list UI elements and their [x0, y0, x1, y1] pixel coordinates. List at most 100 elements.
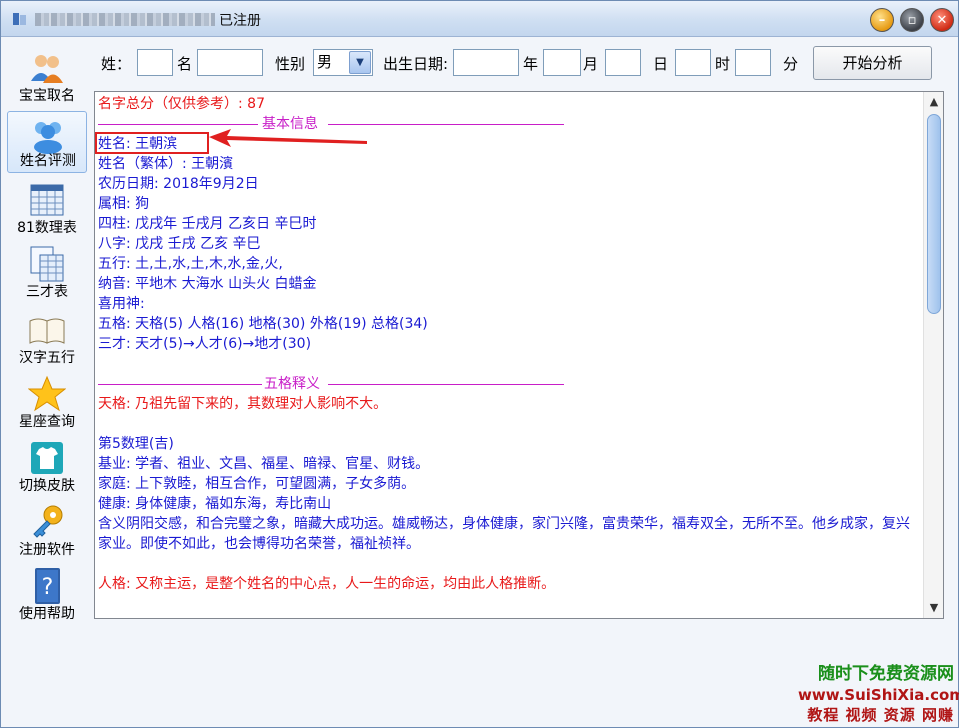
- gender-label: 性别: [275, 55, 306, 73]
- meaning-paragraph: 含义阴阳交感，和合完璧之象，暗藏大成功运。雄威畅达，身体健康，家门兴隆，富贵荣华…: [98, 516, 910, 552]
- sidebar-item-register[interactable]: 注册软件: [7, 499, 87, 561]
- wuge-line: 五格: 天格(5) 人格(16) 地格(30) 外格(19) 总格(34): [98, 316, 428, 332]
- sidebar-item-81-table[interactable]: 81数理表: [7, 177, 87, 239]
- table-icon: [30, 184, 64, 216]
- separator-rule: [98, 124, 258, 125]
- sidebar-item-name-test[interactable]: 姓名评测: [7, 111, 87, 173]
- sidebar-item-label: 姓名评测: [20, 153, 76, 169]
- hour-input[interactable]: [675, 49, 711, 76]
- app-window: 已注册 – ▫ ✕ 宝宝取名 姓名评测 81数理表 三才表 汉字五行 星座查询 …: [0, 0, 959, 728]
- watermark-line2: www.SuiShiXia.com: [798, 686, 959, 704]
- jiating-line: 家庭: 上下敦睦，相互合作，可望圆满，子女多荫。: [98, 476, 416, 492]
- maximize-button[interactable]: ▫: [900, 8, 924, 32]
- close-button[interactable]: ✕: [930, 8, 954, 32]
- given-name-input[interactable]: [197, 49, 263, 76]
- separator-rule: [98, 384, 262, 385]
- close-icon: ✕: [936, 12, 948, 28]
- four-pillars-line: 四柱: 戊戌年 壬戌月 乙亥日 辛巳时: [98, 216, 317, 232]
- svg-text:?: ?: [42, 575, 54, 600]
- sidebar-item-label: 汉字五行: [19, 350, 75, 366]
- input-toolbar: 姓： 名 性别 男 ▼ 出生日期: 年 月 日 时 分 开始分析: [97, 45, 947, 81]
- group-icon: [34, 122, 62, 154]
- minute-label: 分: [783, 55, 799, 73]
- year-label: 年: [523, 55, 539, 73]
- sidebar-item-hanzi-wuxing[interactable]: 汉字五行: [7, 307, 87, 369]
- sidebar: 宝宝取名 姓名评测 81数理表 三才表 汉字五行 星座查询 切换皮肤 注册软件 …: [7, 45, 89, 625]
- watermark-line3: 教程 视频 资源 网赚: [807, 706, 954, 724]
- tiange-line: 天格: 乃祖先留下来的，其数理对人影响不大。: [98, 396, 388, 412]
- help-book-icon: ?: [35, 568, 60, 604]
- star-icon: [28, 375, 66, 412]
- wuxing-line: 五行: 土,土,水,土,木,水,金,火,: [98, 256, 283, 272]
- lunar-date-line: 农历日期: 2018年9月2日: [98, 176, 259, 192]
- surname-label: 姓：: [101, 55, 132, 73]
- zodiac-line: 属相: 狗: [98, 196, 150, 212]
- score-line: 名字总分（仅供参考）: 87: [98, 96, 265, 112]
- day-label: 日: [653, 55, 669, 73]
- separator-rule: [328, 124, 564, 125]
- analyze-button[interactable]: 开始分析: [813, 46, 932, 80]
- sidebar-item-switch-skin[interactable]: 切换皮肤: [7, 435, 87, 497]
- watermark-line1: 随时下免费资源网: [818, 664, 954, 684]
- separator-rule: [328, 384, 564, 385]
- birth-date-label: 出生日期:: [383, 55, 449, 73]
- month-label: 月: [583, 55, 599, 73]
- xiyongshen-line: 喜用神:: [98, 296, 145, 312]
- minimize-icon: –: [878, 12, 886, 28]
- chevron-down-icon[interactable]: ▼: [349, 51, 371, 74]
- hour-label: 时: [715, 55, 731, 73]
- sidebar-item-label: 星座查询: [19, 414, 75, 430]
- sidebar-item-label: 81数理表: [17, 220, 77, 236]
- people-icon: [31, 55, 63, 83]
- key-icon: [33, 505, 63, 538]
- sidebar-item-baby-naming[interactable]: 宝宝取名: [7, 45, 87, 107]
- sidebar-item-label: 切换皮肤: [19, 478, 75, 494]
- minimize-button[interactable]: –: [870, 8, 894, 32]
- number-5-line: 第5数理(吉): [98, 436, 174, 452]
- registration-status: 已注册: [219, 13, 261, 29]
- book-icon: [29, 318, 65, 344]
- sidebar-item-help[interactable]: ? 使用帮助: [7, 563, 87, 625]
- watermark: 随时下免费资源网 www.SuiShiXia.com 教程 视频 资源 网赚: [798, 663, 959, 727]
- sidebar-item-constellation[interactable]: 星座查询: [7, 371, 87, 433]
- scroll-down-icon[interactable]: ▼: [925, 599, 943, 617]
- shirt-icon: [31, 442, 63, 474]
- wuge-separator: 五格释义: [98, 374, 918, 394]
- wuge-header: 五格释义: [264, 376, 320, 392]
- day-input[interactable]: [605, 49, 641, 76]
- renge-line: 人格: 又称主运，是整个姓名的中心点，人一生的命运，均由此人格推断。: [98, 576, 556, 592]
- grid-icon: [30, 246, 64, 282]
- sancai-line: 三才: 天才(5)→人才(6)→地才(30): [98, 336, 312, 352]
- scrollbar-thumb[interactable]: [927, 114, 941, 314]
- nayin-line: 纳音: 平地木 大海水 山头火 白蜡金: [98, 276, 317, 292]
- title-bar[interactable]: 已注册 – ▫ ✕: [1, 1, 958, 37]
- jiye-line: 基业: 学者、祖业、文昌、福星、暗禄、官星、财钱。: [98, 456, 430, 472]
- maximize-icon: ▫: [907, 12, 917, 28]
- minute-input[interactable]: [735, 49, 771, 76]
- scroll-up-icon[interactable]: ▲: [925, 93, 943, 111]
- year-input[interactable]: [453, 49, 519, 76]
- result-text: 名字总分（仅供参考）: 87 基本信息 姓名: 王朝滨 姓名（繁体）: 王朝濱 …: [98, 94, 918, 594]
- sidebar-item-label: 三才表: [26, 284, 68, 300]
- sidebar-item-label: 注册软件: [19, 542, 75, 558]
- traditional-name-line: 姓名（繁体）: 王朝濱: [98, 156, 234, 172]
- month-input[interactable]: [543, 49, 581, 76]
- sidebar-item-label: 宝宝取名: [19, 88, 75, 104]
- jiankang-line: 健康: 身体健康，福如东海，寿比南山: [98, 496, 332, 512]
- arrow-annotation-icon: [209, 129, 367, 147]
- result-textbox[interactable]: 名字总分（仅供参考）: 87 基本信息 姓名: 王朝滨 姓名（繁体）: 王朝濱 …: [94, 91, 944, 619]
- sidebar-item-sancai-table[interactable]: 三才表: [7, 241, 87, 303]
- gender-select[interactable]: 男 ▼: [313, 49, 373, 76]
- given-name-label: 名: [177, 55, 193, 73]
- sidebar-item-label: 使用帮助: [19, 606, 75, 622]
- surname-input[interactable]: [137, 49, 173, 76]
- blurred-title: [35, 13, 215, 26]
- highlight-box: [95, 132, 209, 154]
- bazi-line: 八字: 戊戌 壬戌 乙亥 辛巳: [98, 236, 261, 252]
- app-icon: [13, 13, 26, 25]
- gender-value: 男: [317, 53, 333, 71]
- vertical-scrollbar[interactable]: ▲ ▼: [923, 92, 943, 618]
